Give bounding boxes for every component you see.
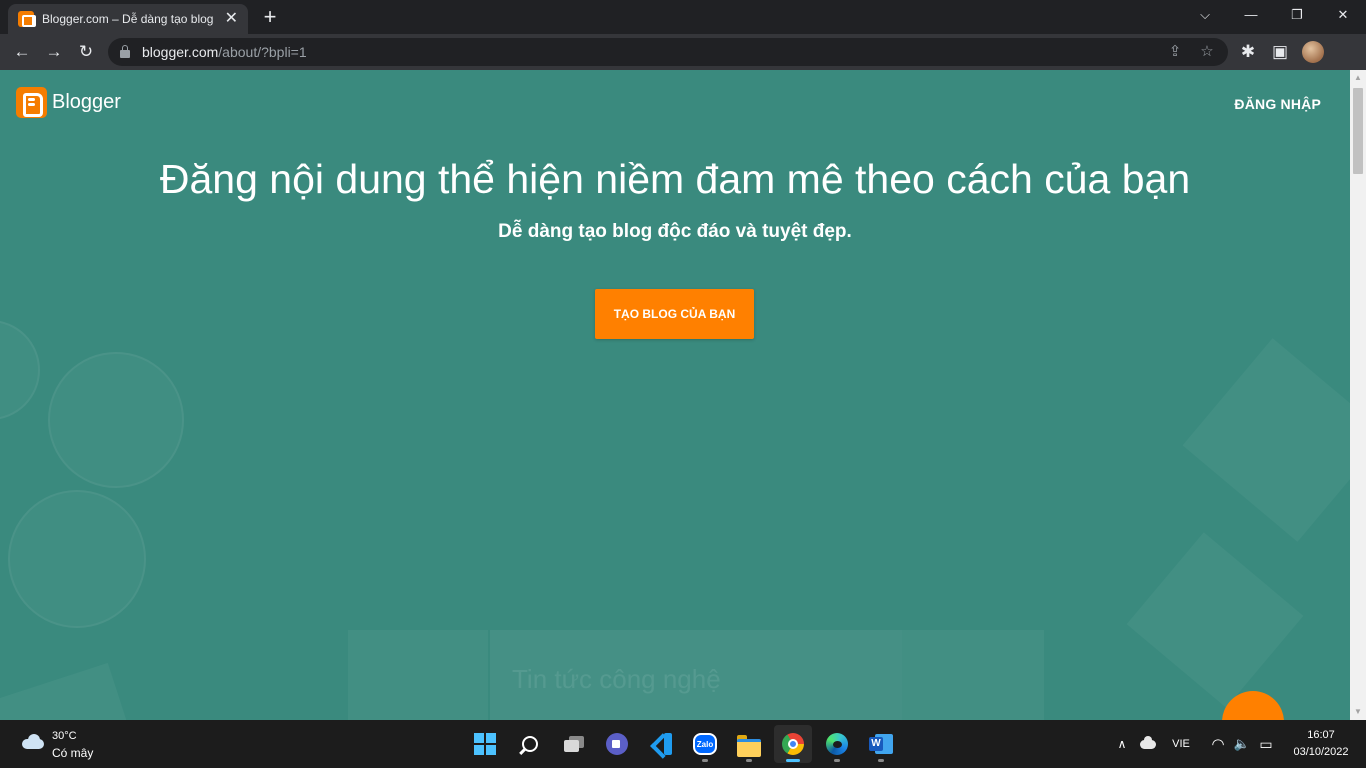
windows-logo-icon (474, 733, 496, 755)
extensions-puzzle-icon[interactable]: ✱ (1236, 40, 1260, 64)
browser-tab[interactable]: Blogger.com – Dễ dàng tạo blog ✕ (8, 4, 248, 34)
background-preview-text: Tin tức công nghệ (512, 664, 721, 694)
background-decoration (902, 630, 1044, 720)
task-view-button[interactable] (555, 725, 593, 763)
clock-date[interactable]: 03/10/2022 (1286, 746, 1356, 758)
chrome-taskbar-button[interactable] (774, 725, 812, 763)
cloud-weather-icon[interactable] (20, 733, 46, 751)
start-button[interactable] (466, 725, 504, 763)
taskbar-search-button[interactable] (511, 725, 549, 763)
file-explorer-taskbar-button[interactable] (730, 725, 768, 763)
background-decoration (8, 490, 146, 628)
blogger-landing-page: Tin tức công nghệ Blogger ĐĂNG NHẬP Đăng… (0, 70, 1350, 720)
edge-icon (826, 733, 848, 755)
weather-temperature[interactable]: 30°C (52, 730, 77, 742)
running-indicator (834, 759, 840, 762)
blogger-favicon-icon (18, 11, 36, 27)
language-indicator[interactable]: VIE (1166, 720, 1196, 768)
close-window-button[interactable]: ✕ (1320, 4, 1366, 26)
chrome-icon (782, 733, 804, 755)
lock-icon[interactable] (120, 45, 130, 58)
edge-taskbar-button[interactable] (818, 725, 856, 763)
browser-toolbar: ← → ↻ blogger.com/about/?bpli=1 ⇪ ☆ ✱ ▣ (0, 34, 1366, 70)
clock-time[interactable]: 16:07 (1296, 729, 1346, 741)
address-bar[interactable]: blogger.com/about/?bpli=1 ⇪ ☆ (108, 38, 1228, 66)
url-text[interactable]: blogger.com/about/?bpli=1 (142, 44, 307, 60)
zalo-icon: Zalo (693, 733, 717, 755)
windows-taskbar: 30°C Có mây Zalo ∧ VIE ◠ 🔈 ▭ 16:07 03/10… (0, 720, 1366, 768)
forward-button[interactable]: → (42, 40, 66, 64)
reload-button[interactable]: ↻ (74, 40, 98, 64)
search-icon (522, 736, 538, 752)
tab-title: Blogger.com – Dễ dàng tạo blog (42, 12, 214, 26)
running-indicator (702, 759, 708, 762)
volume-icon[interactable]: 🔈 (1232, 720, 1252, 768)
side-panel-icon[interactable]: ▣ (1268, 40, 1292, 64)
meet-now-button[interactable] (598, 725, 636, 763)
hero-subtitle: Dễ dàng tạo blog độc đáo và tuyệt đẹp. (498, 221, 852, 242)
vscode-taskbar-button[interactable] (642, 725, 680, 763)
logo-text: Blogger (52, 91, 121, 113)
task-view-icon (564, 736, 584, 752)
background-decoration (1126, 532, 1304, 708)
sign-in-link[interactable]: ĐĂNG NHẬP (1234, 96, 1321, 112)
word-taskbar-button[interactable] (862, 725, 900, 763)
onedrive-cloud-icon[interactable] (1138, 720, 1158, 768)
scroll-down-arrow-icon[interactable]: ▼ (1350, 704, 1366, 720)
new-tab-button[interactable]: + (258, 6, 282, 30)
show-hidden-icons-chevron-icon[interactable]: ∧ (1112, 720, 1132, 768)
tab-search-icon[interactable]: ⌵ (1182, 4, 1228, 26)
restore-button[interactable]: ❐ (1274, 4, 1320, 26)
active-indicator (786, 759, 800, 762)
weather-condition[interactable]: Có mây (52, 746, 93, 760)
blogger-logo-icon (16, 87, 47, 118)
meet-now-icon (606, 733, 628, 755)
running-indicator (746, 759, 752, 762)
background-decoration (48, 352, 184, 488)
running-indicator (878, 759, 884, 762)
page-scrollbar[interactable]: ▲ ▼ (1350, 70, 1366, 720)
word-icon (869, 734, 893, 754)
blogger-logo[interactable]: Blogger (16, 87, 121, 118)
share-icon[interactable]: ⇪ (1164, 41, 1186, 63)
battery-icon[interactable]: ▭ (1256, 720, 1276, 768)
vscode-icon (650, 733, 672, 755)
minimize-button[interactable]: — (1228, 4, 1274, 26)
back-button[interactable]: ← (10, 40, 34, 64)
hero-title: Đăng nội dung thể hiện niềm đam mê theo … (159, 156, 1191, 202)
wifi-icon[interactable]: ◠ (1208, 720, 1228, 768)
background-decoration (0, 320, 40, 420)
scroll-up-arrow-icon[interactable]: ▲ (1350, 70, 1366, 86)
browser-tab-strip: Blogger.com – Dễ dàng tạo blog ✕ + ⌵ — ❐… (0, 0, 1366, 34)
scrollbar-thumb[interactable] (1353, 88, 1363, 174)
tab-close-icon[interactable]: ✕ (225, 11, 238, 27)
profile-avatar[interactable] (1302, 41, 1324, 63)
create-blog-button[interactable]: TẠO BLOG CỦA BẠN (595, 289, 754, 339)
background-decoration (348, 630, 488, 720)
bookmark-star-icon[interactable]: ☆ (1196, 41, 1218, 63)
zalo-taskbar-button[interactable]: Zalo (686, 725, 724, 763)
folder-icon (737, 734, 761, 757)
background-decoration (0, 662, 127, 720)
background-decoration (1182, 338, 1350, 542)
